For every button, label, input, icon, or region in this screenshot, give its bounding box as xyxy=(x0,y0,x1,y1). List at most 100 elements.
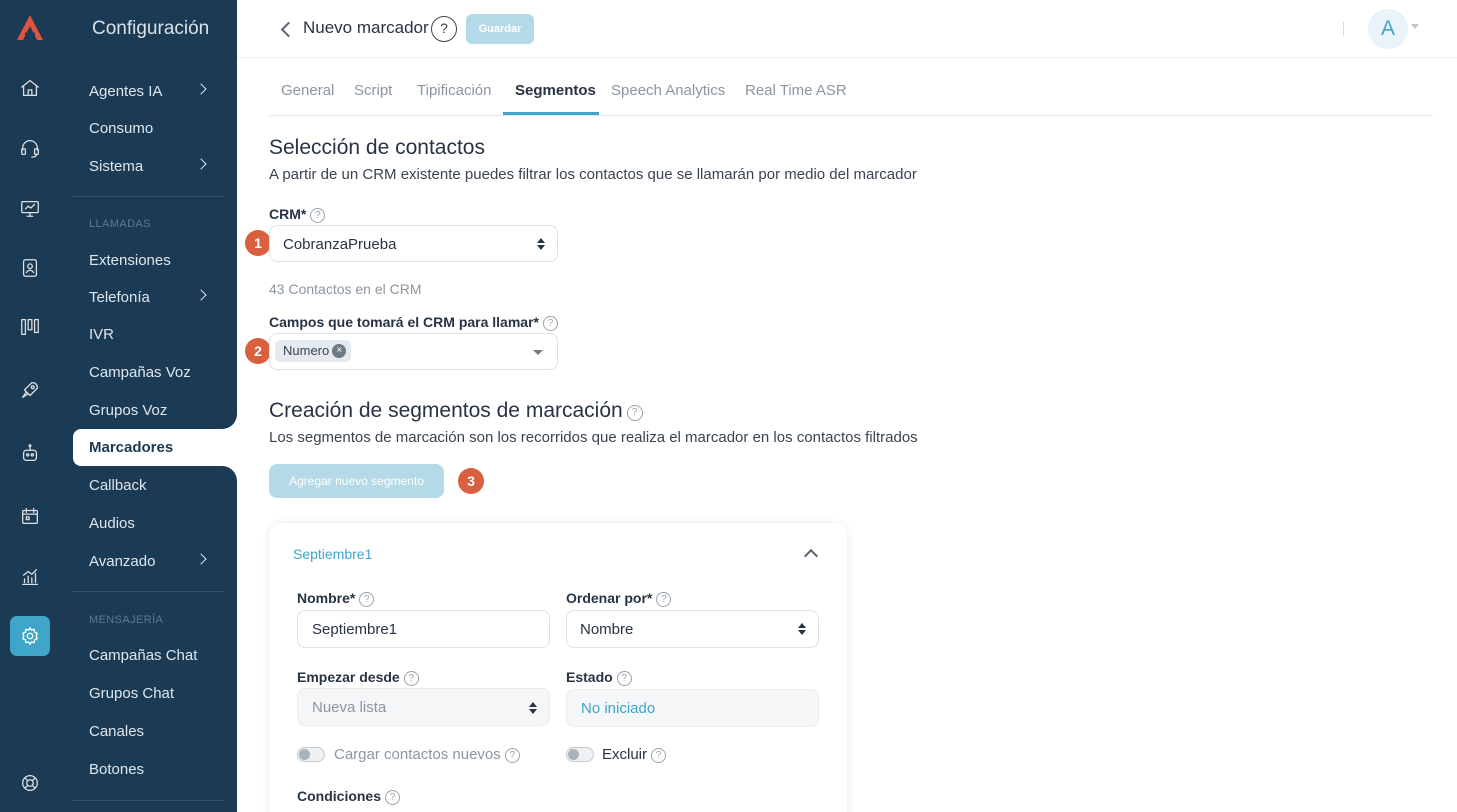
menu-item-ivr[interactable]: IVR xyxy=(89,322,237,346)
exclude-label: Excluir? xyxy=(602,746,667,763)
chevron-right-icon xyxy=(195,553,207,565)
load-new-contacts-toggle[interactable] xyxy=(297,747,325,762)
crm-label: CRM*? xyxy=(269,206,326,223)
chevron-up-icon[interactable] xyxy=(803,548,819,564)
top-header: Nuevo marcador ? Guardar A xyxy=(237,0,1457,58)
chevron-right-icon xyxy=(195,83,207,95)
contacts-section-subtitle: A partir de un CRM existente puedes filt… xyxy=(269,166,917,183)
help-icon[interactable]: ? xyxy=(542,316,558,331)
menu-item-marcadores[interactable]: Marcadores xyxy=(73,429,237,466)
crm-contact-count: 43 Contactos en el CRM xyxy=(269,281,422,297)
start-label: Empezar desde? xyxy=(297,669,419,686)
menu-item-sistema[interactable]: Sistema xyxy=(89,154,237,178)
menu-item-grupos-chat[interactable]: Grupos Chat xyxy=(89,681,237,705)
help-icon[interactable]: ? xyxy=(403,671,419,686)
tab-bar: General Script Tipificación Segmentos Sp… xyxy=(269,58,1433,116)
menu-item-telefonia[interactable]: Telefonía xyxy=(89,285,237,309)
monitor-icon[interactable] xyxy=(14,192,46,224)
help-icon[interactable]: ? xyxy=(626,405,643,421)
help-icon[interactable]: ? xyxy=(651,748,667,763)
menu-item-consumo[interactable]: Consumo xyxy=(89,116,237,140)
calendar-icon[interactable] xyxy=(14,500,46,532)
caret-down-icon xyxy=(533,350,543,355)
segment-card-title[interactable]: Septiembre1 xyxy=(293,546,372,562)
kanban-icon[interactable] xyxy=(14,311,46,343)
menu-divider xyxy=(73,591,223,592)
headset-icon[interactable] xyxy=(14,132,46,164)
tab-segmentos[interactable]: Segmentos xyxy=(515,82,596,99)
contacts-section-title: Selección de contactos xyxy=(269,136,485,159)
name-label: Nombre*? xyxy=(297,590,375,607)
caret-down-icon[interactable] xyxy=(1411,24,1419,29)
menu-item-extensiones[interactable]: Extensiones xyxy=(89,248,237,272)
sort-arrows-icon xyxy=(798,623,806,635)
help-icon[interactable]: ? xyxy=(504,748,520,763)
tab-real-time-asr[interactable]: Real Time ASR xyxy=(745,82,847,99)
add-segment-button[interactable]: Agregar nuevo segmento xyxy=(269,464,444,498)
support-icon[interactable] xyxy=(14,767,46,799)
conditions-label: Condiciones? xyxy=(297,788,401,805)
state-field: No iniciado xyxy=(566,689,819,727)
robot-icon[interactable] xyxy=(14,437,46,469)
step-badge-3: 3 xyxy=(458,468,484,494)
help-icon[interactable]: ? xyxy=(616,671,632,686)
menu-item-audios[interactable]: Audios xyxy=(89,511,237,535)
segments-section-subtitle: Los segmentos de marcación son los recor… xyxy=(269,429,918,446)
menu-item-canales[interactable]: Canales xyxy=(89,719,237,743)
menu-item-grupos-voz[interactable]: Grupos Voz xyxy=(89,398,237,422)
tab-script[interactable]: Script xyxy=(354,82,392,99)
state-label: Estado? xyxy=(566,669,632,686)
sort-arrows-icon xyxy=(537,238,545,250)
segment-card: Septiembre1 Nombre*? Septiembre1 Ordenar… xyxy=(269,523,847,812)
menu-active-curve xyxy=(222,410,237,429)
menu-divider xyxy=(73,196,223,197)
tab-speech-analytics[interactable]: Speech Analytics xyxy=(611,82,725,99)
page-title: Nuevo marcador xyxy=(303,18,429,37)
chevron-right-icon xyxy=(195,289,207,301)
help-icon[interactable]: ? xyxy=(385,790,401,805)
home-icon[interactable] xyxy=(14,72,46,104)
help-icon[interactable]: ? xyxy=(656,592,672,607)
menu-item-avanzado[interactable]: Avanzado xyxy=(89,549,237,573)
menu-item-campanas-voz[interactable]: Campañas Voz xyxy=(89,360,237,384)
rocket-icon[interactable] xyxy=(14,374,46,406)
header-separator xyxy=(1343,22,1344,36)
help-icon[interactable]: ? xyxy=(359,592,375,607)
menu-item-agentes-ia[interactable]: Agentes IA xyxy=(89,79,237,103)
menu-item-campanas-chat[interactable]: Campañas Chat xyxy=(89,643,237,667)
crm-select[interactable]: CobranzaPrueba xyxy=(269,225,558,262)
analytics-icon[interactable] xyxy=(14,561,46,593)
save-button[interactable]: Guardar xyxy=(466,14,534,44)
chevron-right-icon xyxy=(195,158,207,170)
icon-rail xyxy=(0,0,60,812)
start-from-select[interactable]: Nueva lista xyxy=(297,688,550,726)
settings-icon[interactable] xyxy=(10,616,50,656)
help-icon[interactable]: ? xyxy=(310,208,326,223)
contacts-icon[interactable] xyxy=(14,252,46,284)
avatar[interactable]: A xyxy=(1368,9,1408,49)
load-new-contacts-label: Cargar contactos nuevos? xyxy=(334,746,520,763)
menu-title: Configuración xyxy=(92,18,210,39)
active-tab-indicator xyxy=(503,112,599,115)
menu-divider xyxy=(73,800,223,801)
fields-label: Campos que tomará el CRM para llamar*? xyxy=(269,314,558,331)
order-by-select[interactable]: Nombre xyxy=(566,610,819,648)
tab-general[interactable]: General xyxy=(281,82,334,99)
help-button[interactable]: ? xyxy=(431,16,457,42)
config-menu: Configuración Agentes IA Consumo Sistema… xyxy=(60,0,237,812)
sort-arrows-icon xyxy=(529,702,537,714)
step-badge-1: 1 xyxy=(245,230,271,256)
menu-item-botones[interactable]: Botones xyxy=(89,757,237,781)
field-chip: Numero × xyxy=(275,340,352,362)
step-badge-2: 2 xyxy=(245,338,271,364)
menu-section-mensajeria: MENSAJERÍA xyxy=(89,614,164,626)
tab-tipificacion[interactable]: Tipificación xyxy=(417,82,491,99)
order-label: Ordenar por*? xyxy=(566,590,672,607)
logo-icon[interactable] xyxy=(14,12,46,44)
segment-name-input[interactable]: Septiembre1 xyxy=(297,610,550,648)
back-arrow-icon[interactable] xyxy=(277,19,297,39)
remove-chip-icon[interactable]: × xyxy=(332,344,347,358)
exclude-toggle[interactable] xyxy=(566,747,594,762)
menu-item-callback[interactable]: Callback xyxy=(89,473,237,497)
menu-section-llamadas: LLAMADAS xyxy=(89,218,151,230)
